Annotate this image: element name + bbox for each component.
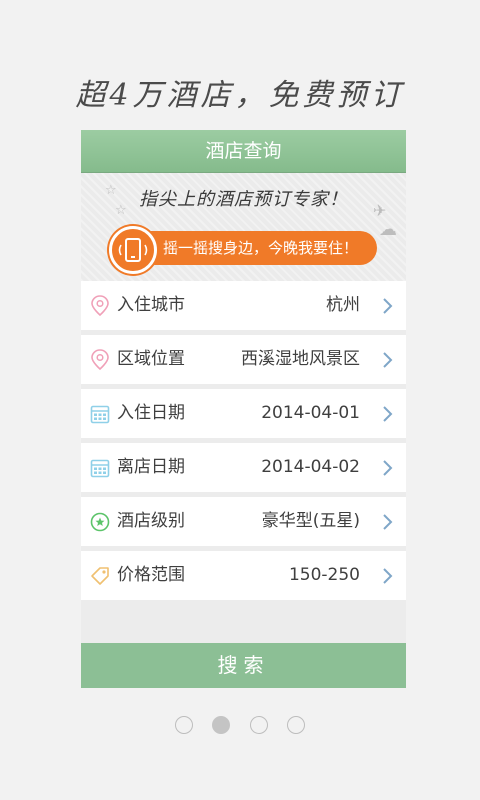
checkin-date-row[interactable]: 入住日期 2014-04-01	[81, 389, 406, 438]
shake-phone-icon	[109, 226, 157, 274]
chevron-right-icon	[382, 351, 394, 369]
search-button[interactable]: 搜索	[81, 643, 406, 688]
cloud-icon: ☁	[379, 219, 397, 240]
row-value: 150-250	[288, 565, 360, 585]
row-label: 价格范围	[117, 565, 185, 585]
checkout-date-row[interactable]: 离店日期 2014-04-02	[81, 443, 406, 492]
row-label: 酒店级别	[117, 511, 185, 531]
chevron-right-icon	[382, 567, 394, 585]
location-pin-icon	[90, 349, 110, 371]
hotel-level-row[interactable]: 酒店级别 豪华型(五星)	[81, 497, 406, 546]
row-value: 西溪湿地风景区	[241, 349, 360, 369]
calendar-icon	[90, 457, 110, 479]
price-range-row[interactable]: 价格范围 150-250	[81, 551, 406, 600]
row-value: 2014-04-01	[261, 403, 360, 423]
page-dot-active[interactable]	[212, 716, 231, 734]
row-value: 杭州	[326, 295, 360, 315]
location-pin-icon	[90, 295, 110, 317]
promo-banner: ☆ ☆ ✈ ☁ 指尖上的酒店预订专家！ 摇一摇搜身边，今晚我要住！	[81, 173, 406, 281]
calendar-icon	[90, 403, 110, 425]
app-tagline: 超4万酒店，免费预订	[75, 78, 405, 113]
star-level-icon	[90, 511, 110, 533]
row-label: 入住城市	[117, 295, 185, 315]
row-label: 入住日期	[117, 403, 185, 423]
chevron-right-icon	[382, 405, 394, 423]
shake-search-label: 摇一摇搜身边，今晚我要住！	[163, 239, 359, 257]
chevron-right-icon	[382, 459, 394, 477]
row-value: 2014-04-02	[261, 457, 360, 477]
shake-search-button[interactable]: 摇一摇搜身边，今晚我要住！	[109, 226, 377, 274]
price-tag-icon	[90, 565, 110, 587]
area-location-row[interactable]: 区域位置 西溪湿地风景区	[81, 335, 406, 384]
row-label: 区域位置	[117, 349, 185, 369]
search-form: 入住城市 杭州 区域位置 西溪湿地风景区 入住日期 2014-04-01 离店日…	[81, 281, 406, 600]
card-header-title: 酒店查询	[81, 130, 406, 173]
row-label: 离店日期	[117, 457, 185, 477]
chevron-right-icon	[382, 297, 394, 315]
row-value: 豪华型(五星)	[261, 511, 360, 531]
checkin-city-row[interactable]: 入住城市 杭州	[81, 281, 406, 330]
page-dot[interactable]	[249, 716, 268, 734]
page-dot[interactable]	[175, 716, 194, 734]
page-indicator	[0, 716, 480, 738]
chevron-right-icon	[382, 513, 394, 531]
page-dot[interactable]	[286, 716, 305, 734]
hotel-search-card: 酒店查询 ☆ ☆ ✈ ☁ 指尖上的酒店预订专家！ 摇一摇搜身边，今晚我要住！ 入…	[81, 130, 406, 688]
banner-slogan: 指尖上的酒店预订专家！	[139, 189, 348, 210]
